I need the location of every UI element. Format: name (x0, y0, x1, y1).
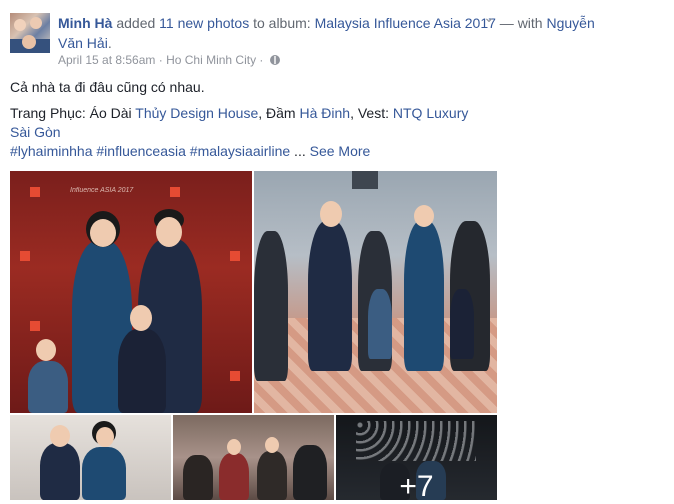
post-timestamp[interactable]: April 15 at 8:56am (58, 53, 155, 67)
photo-count-link[interactable]: 11 new photos (159, 15, 249, 31)
post-meta: April 15 at 8:56am · Ho Chi Minh City · (58, 52, 280, 68)
see-more-link[interactable]: See More (310, 143, 371, 159)
with-text: — with (495, 15, 547, 31)
message-line-2: Trang Phục: Áo Dài Thủy Design House, Đầ… (10, 105, 469, 140)
meta-separator: · (155, 53, 167, 67)
album-link[interactable]: Malaysia Influence Asia 2017 (315, 15, 496, 31)
backdrop-watermark: Influence ASIA 2017 (70, 187, 134, 194)
hashtag-links[interactable]: #lyhaiminhha #influenceasia #malaysiaair… (10, 143, 290, 159)
album-photo-4[interactable] (173, 415, 334, 500)
author-name-link[interactable]: Minh Hà (58, 15, 112, 31)
album-photo-3[interactable] (10, 415, 171, 500)
author-avatar[interactable] (10, 13, 50, 53)
album-photo-2[interactable] (254, 171, 497, 413)
album-photo-1[interactable]: Influence ASIA 2017 (10, 171, 252, 413)
more-photos-count[interactable]: +7 (336, 470, 497, 504)
message-hashtags: #lyhaiminhha #influenceasia #malaysiaair… (10, 143, 371, 159)
to-album-text: to album: (249, 15, 315, 31)
post-location[interactable]: Ho Chi Minh City (166, 53, 256, 67)
end-punct: . (107, 35, 112, 51)
post-message: Cả nhà ta đi đâu cũng có nhau. Trang Phụ… (10, 78, 490, 161)
globe-icon[interactable] (269, 55, 280, 65)
chevron-down-icon[interactable]: ⌄ (482, 10, 496, 24)
designer-link-1[interactable]: Thủy Design House (135, 105, 258, 121)
post-header: Minh Hà added 11 new photos to album: Ma… (58, 13, 618, 53)
message-line-1: Cả nhà ta đi đâu cũng có nhau. (10, 79, 205, 95)
action-text: added (112, 15, 160, 31)
meta-separator-2: · (256, 53, 267, 67)
feed-post: Minh Hà added 11 new photos to album: Ma… (0, 0, 674, 503)
designer-link-2[interactable]: Hà Đinh (299, 105, 350, 121)
